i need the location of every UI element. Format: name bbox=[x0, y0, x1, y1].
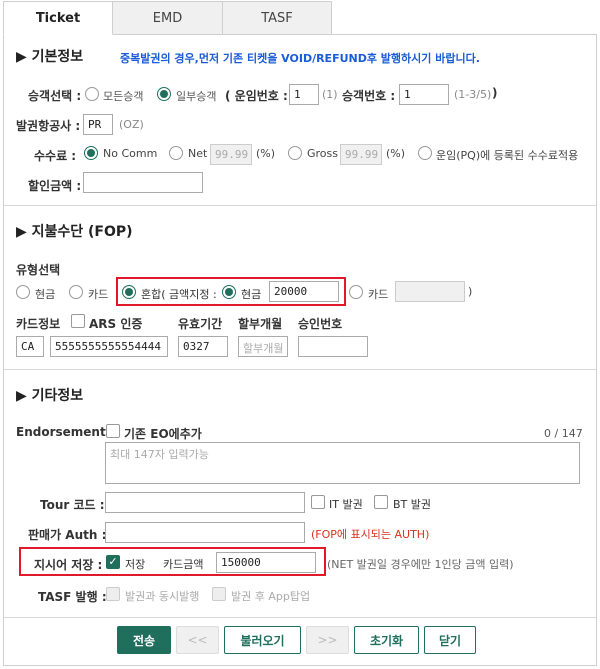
fee-net-radio[interactable] bbox=[169, 146, 183, 160]
eo-add-label: 기존 EO에추가 bbox=[124, 427, 202, 441]
fop-mixed-cash-radio[interactable] bbox=[222, 285, 236, 299]
fee-nocomm-label: No Comm bbox=[103, 147, 158, 160]
ars-checkbox[interactable] bbox=[71, 314, 85, 328]
endorsement-textarea[interactable]: 최대 147자 입력가능 bbox=[105, 442, 580, 484]
expiry-input[interactable]: 0327 bbox=[178, 336, 228, 357]
fare-no-hint: (1) bbox=[322, 88, 338, 101]
fop-type-label: 유형선택 bbox=[16, 263, 61, 277]
ars-label: ARS 인증 bbox=[89, 317, 143, 331]
pax-no-label: 승객번호 : bbox=[342, 89, 396, 103]
fee-label: 수수료 : bbox=[34, 149, 77, 163]
fop-card-radio[interactable] bbox=[69, 285, 83, 299]
pax-partial-radio[interactable] bbox=[157, 87, 171, 101]
fop-mixed-card-label: 카드 bbox=[368, 288, 389, 301]
pax-partial-label: 일부승객 bbox=[176, 90, 217, 103]
fop-title: ▶ 지불수단 (FOP) bbox=[16, 224, 133, 240]
approval-input[interactable] bbox=[298, 336, 368, 357]
divider bbox=[4, 617, 596, 618]
tour-code-input[interactable] bbox=[105, 492, 305, 513]
installment-input[interactable]: 할부개월 bbox=[238, 336, 288, 357]
card-info-label: 카드정보 bbox=[16, 317, 61, 331]
fop-mixed-cash-label: 현금 bbox=[241, 288, 262, 301]
save-checkbox[interactable]: ✓ bbox=[106, 555, 120, 569]
discount-input[interactable] bbox=[83, 172, 203, 193]
tab-emd[interactable]: EMD bbox=[112, 1, 223, 35]
fop-cash-amount-input[interactable]: 20000 bbox=[269, 281, 339, 302]
tab-tasf[interactable]: TASF bbox=[222, 1, 332, 35]
seller-auth-label: 판매가 Auth : bbox=[28, 528, 107, 542]
fee-gross-percent: (%) bbox=[386, 147, 406, 160]
pax-all-radio[interactable] bbox=[85, 87, 99, 101]
card-amount-label: 카드금액 bbox=[163, 558, 204, 571]
card-type-input[interactable]: CA bbox=[16, 336, 44, 357]
fop-close-paren: ) bbox=[468, 285, 473, 298]
discount-label: 할인금액 : bbox=[28, 179, 82, 193]
tasf-after-checkbox[interactable] bbox=[212, 587, 226, 601]
fop-cash-radio[interactable] bbox=[16, 285, 30, 299]
fop-cash-label: 현금 bbox=[35, 288, 56, 301]
fee-nocomm-radio[interactable] bbox=[84, 146, 98, 160]
reset-button[interactable]: 초기화 bbox=[354, 626, 419, 654]
pax-no-close: ) bbox=[492, 86, 498, 100]
save-label: 저장 bbox=[125, 558, 146, 571]
basic-notice: 중복발권의 경우,먼저 기존 티켓을 VOID/REFUND후 발행하시기 바랍… bbox=[120, 52, 480, 65]
card-number-input[interactable]: 5555555555554444 bbox=[50, 336, 168, 357]
approval-label: 승인번호 bbox=[298, 317, 343, 331]
airline-label: 발권항공사 : bbox=[16, 119, 81, 133]
send-button[interactable]: 전송 bbox=[117, 626, 171, 654]
bt-checkbox[interactable] bbox=[374, 495, 388, 509]
endorsement-counter: 0 / 147 bbox=[544, 427, 583, 440]
fop-card-amount-input[interactable] bbox=[395, 281, 465, 302]
airline-hint: (OZ) bbox=[119, 118, 144, 131]
seller-auth-hint: (FOP에 표시되는 AUTH) bbox=[311, 528, 430, 541]
fop-mixed-card-radio[interactable] bbox=[349, 285, 363, 299]
fop-card-label: 카드 bbox=[88, 288, 109, 301]
endorsement-label: Endorsement : bbox=[16, 425, 115, 439]
fee-gross-label: Gross bbox=[307, 147, 338, 160]
load-button[interactable]: 불러오기 bbox=[224, 626, 301, 654]
it-label: IT 발권 bbox=[329, 498, 363, 511]
airline-input[interactable]: PR bbox=[83, 114, 113, 135]
close-button[interactable]: 닫기 bbox=[424, 626, 476, 654]
tab-ticket[interactable]: Ticket bbox=[3, 1, 113, 35]
instruction-label: 지시어 저장 : bbox=[34, 558, 103, 572]
tasf-simul-checkbox[interactable] bbox=[106, 587, 120, 601]
fee-gross-radio[interactable] bbox=[288, 146, 302, 160]
tasf-label: TASF 발행 : bbox=[38, 590, 107, 604]
basic-info-title: ▶ 기본정보 bbox=[16, 49, 84, 65]
pax-no-input[interactable]: 1 bbox=[399, 84, 449, 105]
etc-title: ▶ 기타정보 bbox=[16, 388, 84, 404]
pax-no-hint: (1-3/5) bbox=[454, 88, 492, 101]
tasf-simul-label: 발권과 동시발행 bbox=[125, 590, 200, 603]
tasf-after-label: 발권 후 App탑업 bbox=[231, 590, 311, 603]
fop-mixed-label: 혼합( 금액지정 : bbox=[141, 288, 217, 301]
fee-net-input[interactable]: 99.99 bbox=[210, 144, 252, 165]
it-checkbox[interactable] bbox=[311, 495, 325, 509]
next-button[interactable]: >> bbox=[306, 626, 349, 654]
eo-add-checkbox[interactable] bbox=[106, 424, 120, 438]
prev-button[interactable]: << bbox=[176, 626, 219, 654]
fee-pq-label: 운임(PQ)에 등록된 수수료적용 bbox=[436, 149, 579, 162]
fee-net-percent: (%) bbox=[256, 147, 276, 160]
tour-code-label: Tour 코드 : bbox=[40, 498, 105, 512]
pax-all-label: 모든승객 bbox=[103, 90, 144, 103]
fee-gross-input[interactable]: 99.99 bbox=[340, 144, 382, 165]
fee-net-label: Net bbox=[188, 147, 208, 160]
pax-select-label: 승객선택 : bbox=[28, 89, 82, 103]
fare-no-label: ( 운임번호 : bbox=[225, 89, 288, 103]
bt-label: BT 발권 bbox=[393, 498, 432, 511]
fee-pq-radio[interactable] bbox=[418, 146, 432, 160]
card-amount-hint: (NET 발권일 경우에만 1인당 금액 입력) bbox=[327, 558, 514, 571]
card-amount-input[interactable]: 150000 bbox=[216, 552, 316, 573]
expiry-label: 유효기간 bbox=[178, 317, 223, 331]
divider bbox=[4, 205, 596, 206]
divider bbox=[4, 369, 596, 370]
fare-no-input[interactable]: 1 bbox=[289, 84, 319, 105]
seller-auth-input[interactable] bbox=[105, 522, 305, 543]
installment-label: 할부개월 bbox=[238, 317, 283, 331]
fop-mixed-radio[interactable] bbox=[122, 285, 136, 299]
